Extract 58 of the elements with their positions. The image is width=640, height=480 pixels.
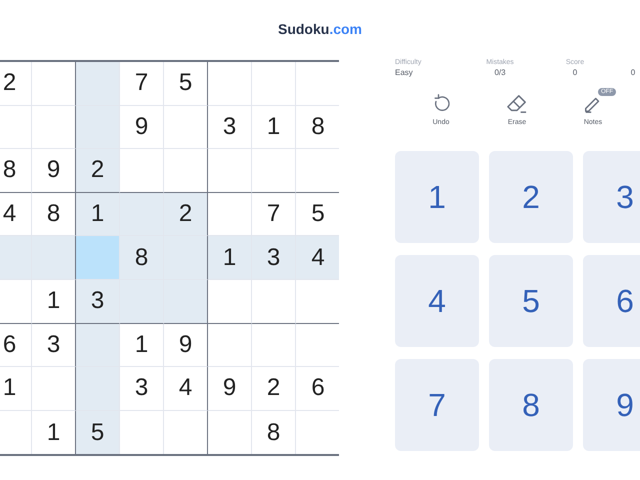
board-cell[interactable]: 2: [252, 367, 296, 411]
stat-value: 0/3: [494, 67, 506, 78]
stat-value: 0: [572, 67, 578, 78]
number-key[interactable]: 1: [395, 151, 479, 243]
board-cell[interactable]: 5: [296, 192, 339, 236]
number-key[interactable]: 7: [395, 359, 479, 451]
board-cell[interactable]: 3: [208, 106, 252, 150]
board-cell[interactable]: 8: [296, 106, 339, 150]
board-cell[interactable]: 4: [296, 236, 339, 280]
board-cell[interactable]: 3: [76, 280, 120, 324]
board-cell[interactable]: 5: [164, 62, 208, 106]
board-cell[interactable]: [164, 149, 208, 193]
number-key[interactable]: 9: [583, 359, 640, 451]
stat-value: Easy: [395, 67, 413, 78]
board-cell[interactable]: 9: [164, 324, 208, 368]
number-key[interactable]: 3: [583, 151, 640, 243]
board-cell[interactable]: 1: [0, 367, 32, 411]
board-cell[interactable]: [32, 106, 76, 150]
board-cell[interactable]: [32, 236, 76, 280]
board-cell[interactable]: [164, 236, 208, 280]
number-key[interactable]: 6: [583, 255, 640, 347]
board-cell[interactable]: 9: [120, 106, 164, 150]
board-cell[interactable]: 2: [164, 192, 208, 236]
board-cell[interactable]: 1: [32, 280, 76, 324]
board-cell[interactable]: 1: [120, 324, 164, 368]
board-cell[interactable]: 8: [32, 192, 76, 236]
board-cell[interactable]: 3: [252, 236, 296, 280]
board-cell[interactable]: 9: [32, 149, 76, 193]
board-cell[interactable]: 6: [296, 367, 339, 411]
board-cell[interactable]: 7: [120, 62, 164, 106]
board-cell[interactable]: 4: [0, 192, 32, 236]
board-cell[interactable]: 1: [208, 236, 252, 280]
board-cell[interactable]: [32, 367, 76, 411]
board-cell[interactable]: [32, 62, 76, 106]
board-cell[interactable]: [296, 280, 339, 324]
number-key[interactable]: 2: [489, 151, 573, 243]
board-cell[interactable]: 6: [0, 324, 32, 368]
board-cell[interactable]: 2: [0, 62, 32, 106]
board-cell[interactable]: 2: [76, 149, 120, 193]
board-cell[interactable]: 1: [76, 192, 120, 236]
number-key[interactable]: 8: [489, 359, 573, 451]
site-logo[interactable]: Sudoku.com: [278, 18, 362, 40]
board-cell[interactable]: [296, 149, 339, 193]
board-cell[interactable]: 8: [0, 149, 32, 193]
board-cell[interactable]: 1: [252, 106, 296, 150]
number-key[interactable]: 4: [395, 255, 479, 347]
board-cell[interactable]: 3: [32, 324, 76, 368]
stat-value: 0: [630, 67, 636, 78]
board-cell[interactable]: 5: [76, 410, 120, 454]
board-cell[interactable]: 4: [164, 367, 208, 411]
board-cell[interactable]: 3: [120, 367, 164, 411]
board-cell[interactable]: [164, 106, 208, 150]
board-cell[interactable]: 8: [120, 236, 164, 280]
board-cell[interactable]: 9: [208, 367, 252, 411]
number-key[interactable]: 5: [489, 255, 573, 347]
eraser-icon: [506, 94, 528, 114]
board-cell[interactable]: 7: [252, 192, 296, 236]
board-cell[interactable]: [164, 280, 208, 324]
